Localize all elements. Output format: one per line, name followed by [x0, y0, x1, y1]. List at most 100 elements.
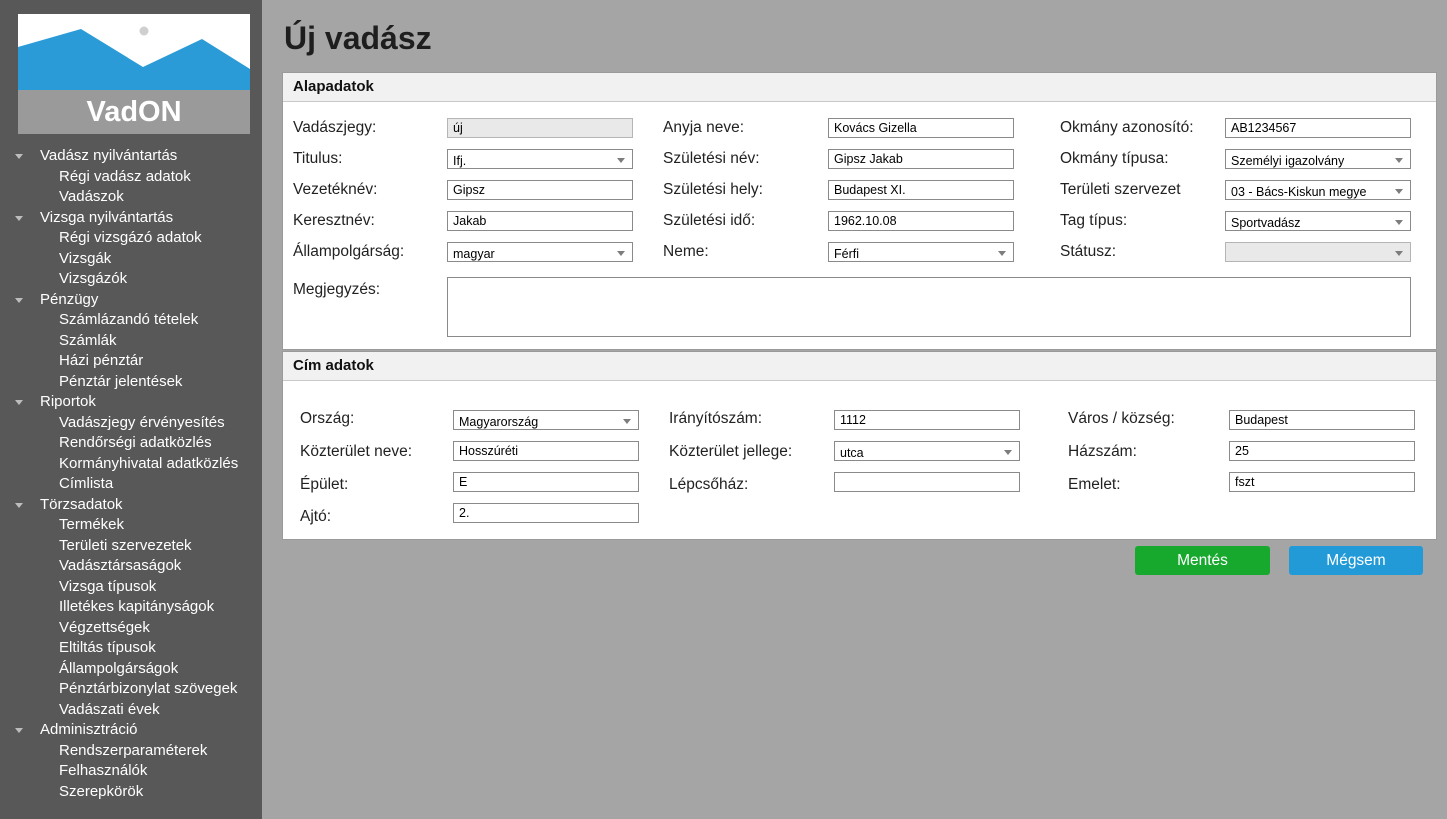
- kozterulet-neve-input[interactable]: Hosszúréti: [453, 441, 639, 461]
- nav-item-vegzettsegek[interactable]: Végzettségek: [0, 618, 262, 639]
- nav-item-illetekes-kapitanysagok[interactable]: Illetékes kapitányságok: [0, 597, 262, 618]
- neme-label: Neme:: [663, 243, 709, 260]
- nav-item-vizsgak[interactable]: Vizsgák: [0, 249, 262, 270]
- ajto-input[interactable]: 2.: [453, 503, 639, 523]
- megjegyzes-textarea[interactable]: [447, 277, 1411, 337]
- allampolgarsag-select[interactable]: magyar: [447, 242, 633, 262]
- okmany-azonosito-input[interactable]: AB1234567: [1225, 118, 1411, 138]
- teruleti-szervezet-select[interactable]: 03 - Bács-Kiskun megye: [1225, 180, 1411, 200]
- kozterulet-neve-label: Közterület neve:: [300, 443, 413, 460]
- cancel-button[interactable]: Mégsem: [1289, 546, 1423, 575]
- orszag-label: Ország:: [300, 410, 355, 427]
- nav-group-header[interactable]: Törzsadatok: [0, 495, 262, 516]
- chevron-down-icon: [1395, 251, 1403, 256]
- nav-item-vizsgazok[interactable]: Vizsgázók: [0, 269, 262, 290]
- varos-input[interactable]: Budapest: [1229, 410, 1415, 430]
- nav-item-szerepkorok[interactable]: Szerepkörök: [0, 782, 262, 803]
- tag-tipus-select[interactable]: Sportvadász: [1225, 211, 1411, 231]
- keresztnev-input[interactable]: Jakab: [447, 211, 633, 231]
- emelet-label: Emelet:: [1068, 476, 1121, 493]
- nav-item-penztar-jelentesek[interactable]: Pénztár jelentések: [0, 372, 262, 393]
- nav-item-szamlazando-tetelek[interactable]: Számlázandó tételek: [0, 310, 262, 331]
- chevron-down-icon: [1004, 450, 1012, 455]
- vezeteknev-label: Vezetéknév:: [293, 181, 378, 198]
- nav-item-kormanyhivatal-adatkozles[interactable]: Kormányhivatal adatközlés: [0, 454, 262, 475]
- szuletesi-hely-input[interactable]: Budapest XI.: [828, 180, 1014, 200]
- statusz-select[interactable]: [1225, 242, 1411, 262]
- chevron-down-icon: [998, 251, 1006, 256]
- nav-item-vadaszjegy-ervenyesites[interactable]: Vadászjegy érvényesítés: [0, 413, 262, 434]
- chevron-down-icon: [617, 158, 625, 163]
- okmany-azonosito-label: Okmány azonosító:: [1060, 119, 1194, 136]
- sidebar-nav: Vadász nyilvántartás Régi vadász adatok …: [0, 146, 262, 802]
- save-button[interactable]: Mentés: [1135, 546, 1270, 575]
- nav-group-adminisztracio: Adminisztráció Rendszerparaméterek Felha…: [0, 720, 262, 802]
- nav-item-allampolgarsagok[interactable]: Állampolgárságok: [0, 659, 262, 680]
- iranyitoszam-input[interactable]: 1112: [834, 410, 1020, 430]
- orszag-value: Magyarország: [459, 415, 539, 429]
- nav-group-header[interactable]: Vizsga nyilvántartás: [0, 208, 262, 229]
- nav-item-cimlista[interactable]: Címlista: [0, 474, 262, 495]
- szuletesi-nev-label: Születési név:: [663, 150, 760, 167]
- nav-group-header[interactable]: Riportok: [0, 392, 262, 413]
- triangle-down-icon: [15, 400, 23, 405]
- section-title-address: Cím adatok: [283, 352, 1436, 381]
- kozterulet-jellege-select[interactable]: utca: [834, 441, 1020, 461]
- nav-item-hazi-penztar[interactable]: Házi pénztár: [0, 351, 262, 372]
- hazszam-input[interactable]: 25: [1229, 441, 1415, 461]
- megjegyzes-label: Megjegyzés:: [293, 281, 381, 298]
- nav-group-header[interactable]: Pénzügy: [0, 290, 262, 311]
- titulus-select[interactable]: Ifj.: [447, 149, 633, 169]
- vezeteknev-input[interactable]: Gipsz: [447, 180, 633, 200]
- nav-item-penztarbizonylat-szovegek[interactable]: Pénztárbizonylat szövegek: [0, 679, 262, 700]
- logo: VadON: [18, 14, 250, 134]
- chevron-down-icon: [1395, 158, 1403, 163]
- szuletesi-nev-input[interactable]: Gipsz Jakab: [828, 149, 1014, 169]
- nav-item-teruleti-szervezetek[interactable]: Területi szervezetek: [0, 536, 262, 557]
- anyja-neve-input[interactable]: Kovács Gizella: [828, 118, 1014, 138]
- address-panel: Cím adatok Ország: Magyarország Közterül…: [282, 351, 1437, 540]
- okmany-tipusa-label: Okmány típusa:: [1060, 150, 1169, 167]
- nav-group-riportok: Riportok Vadászjegy érvényesítés Rendőrs…: [0, 392, 262, 495]
- kozterulet-jellege-label: Közterület jellege:: [669, 443, 793, 460]
- nav-item-rendszerparameterek[interactable]: Rendszerparaméterek: [0, 741, 262, 762]
- tag-tipus-label: Tag típus:: [1060, 212, 1128, 229]
- nav-group-header[interactable]: Adminisztráció: [0, 720, 262, 741]
- epulet-input[interactable]: E: [453, 472, 639, 492]
- nav-group-header[interactable]: Vadász nyilvántartás: [0, 146, 262, 167]
- keresztnev-label: Keresztnév:: [293, 212, 375, 229]
- logo-text: VadON: [18, 90, 250, 134]
- allampolgarsag-label: Állampolgárság:: [293, 243, 405, 260]
- neme-select[interactable]: Férfi: [828, 242, 1014, 262]
- nav-item-vadasztarsasagok[interactable]: Vadásztársaságok: [0, 556, 262, 577]
- szuletesi-ido-input[interactable]: 1962.10.08: [828, 211, 1014, 231]
- nav-item-eltiltas-tipusok[interactable]: Eltiltás típusok: [0, 638, 262, 659]
- nav-group-penzugy: Pénzügy Számlázandó tételek Számlák Házi…: [0, 290, 262, 393]
- lepcsohaz-input[interactable]: [834, 472, 1020, 492]
- varos-label: Város / község:: [1068, 410, 1175, 427]
- titulus-value: Ifj.: [453, 154, 467, 168]
- page-title: Új vadász: [284, 20, 432, 56]
- nav-item-termekek[interactable]: Termékek: [0, 515, 262, 536]
- nav-item-szamlak[interactable]: Számlák: [0, 331, 262, 352]
- neme-value: Férfi: [834, 247, 859, 261]
- sidebar: VadON Vadász nyilvántartás Régi vadász a…: [0, 0, 262, 819]
- teruleti-szervezet-label: Területi szervezet: [1060, 181, 1181, 198]
- orszag-select[interactable]: Magyarország: [453, 410, 639, 430]
- lepcsohaz-label: Lépcsőház:: [669, 476, 749, 493]
- epulet-label: Épület:: [300, 476, 349, 493]
- nav-item-vadaszati-evek[interactable]: Vadászati évek: [0, 700, 262, 721]
- emelet-input[interactable]: fszt: [1229, 472, 1415, 492]
- nav-item-vadaszok[interactable]: Vadászok: [0, 187, 262, 208]
- triangle-down-icon: [15, 297, 23, 303]
- statusz-label: Státusz:: [1060, 243, 1116, 260]
- nav-item-regi-vadasz-adatok[interactable]: Régi vadász adatok: [0, 167, 262, 188]
- okmany-tipusa-select[interactable]: Személyi igazolvány: [1225, 149, 1411, 169]
- chevron-down-icon: [1395, 220, 1403, 225]
- nav-item-regi-vizsgazo-adatok[interactable]: Régi vizsgázó adatok: [0, 228, 262, 249]
- nav-item-felhasznalok[interactable]: Felhasználók: [0, 761, 262, 782]
- nav-item-vizsga-tipusok[interactable]: Vizsga típusok: [0, 577, 262, 598]
- chevron-down-icon: [617, 251, 625, 256]
- iranyitoszam-label: Irányítószám:: [669, 410, 763, 427]
- nav-item-rendorsegi-adatkozles[interactable]: Rendőrségi adatközlés: [0, 433, 262, 454]
